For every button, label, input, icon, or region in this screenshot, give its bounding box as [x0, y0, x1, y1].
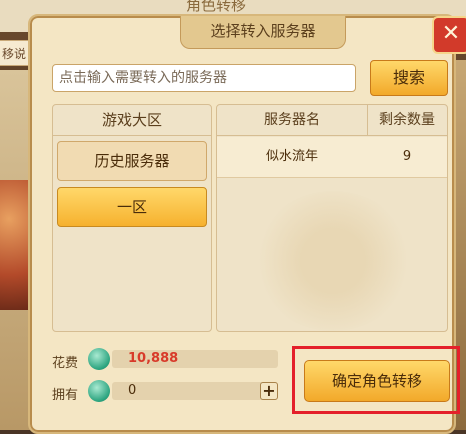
- column-remaining: 剩余数量: [379, 112, 435, 128]
- server-count-cell: 9: [402, 149, 412, 164]
- owned-label: 拥有: [52, 388, 79, 403]
- server-row[interactable]: 似水流年 9: [217, 137, 447, 178]
- cost-label: 花费: [52, 356, 79, 371]
- confirm-transfer-button[interactable]: 确定角色转移: [304, 360, 450, 402]
- search-button[interactable]: 搜索: [370, 60, 448, 96]
- server-name-cell: 似水流年: [265, 149, 318, 164]
- server-search-input[interactable]: 点击输入需要转入的服务器: [52, 64, 356, 92]
- column-server-name: 服务器名: [217, 105, 368, 135]
- server-list-panel: 服务器名 剩余数量 似水流年 9: [216, 104, 448, 332]
- emblem-watermark: [253, 191, 413, 331]
- background-panel-title: 角色转移: [186, 0, 247, 14]
- zone-item-zone-1[interactable]: 一区: [57, 187, 207, 227]
- owned-bar: [112, 382, 278, 400]
- add-currency-button[interactable]: +: [260, 382, 278, 400]
- zone-panel: 游戏大区 历史服务器 一区: [52, 104, 212, 332]
- dialog-title: 选择转入服务器: [180, 16, 346, 49]
- cost-value: 10,888: [128, 351, 179, 366]
- owned-value: 0: [128, 383, 137, 398]
- search-placeholder: 点击输入需要转入的服务器: [59, 70, 227, 86]
- background-character: [0, 180, 30, 310]
- close-icon[interactable]: ✕: [432, 16, 466, 54]
- jade-coin-icon: [88, 348, 110, 370]
- jade-coin-icon: [88, 380, 110, 402]
- zone-item-history[interactable]: 历史服务器: [57, 141, 207, 181]
- zone-header: 游戏大区: [53, 105, 211, 136]
- server-table-header: 服务器名 剩余数量: [217, 105, 447, 136]
